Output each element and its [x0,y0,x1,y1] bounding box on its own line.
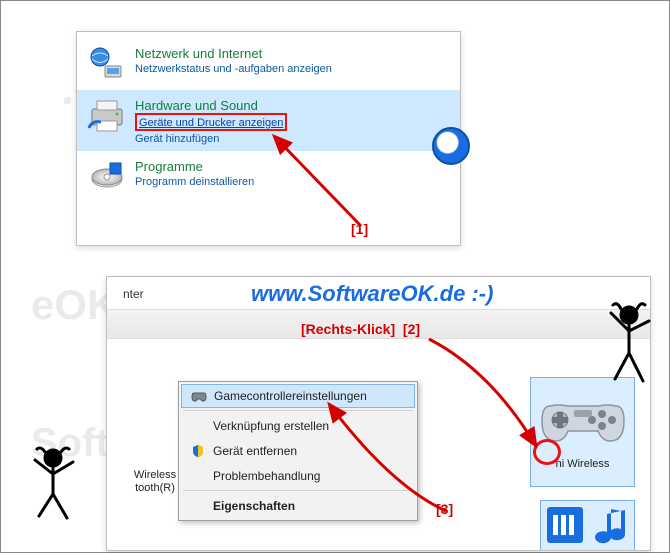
gamepad-small-icon [190,387,208,405]
device-media-partial[interactable] [540,500,635,551]
window-title-fragment: nter [123,287,144,301]
category-programs-title: Programme [135,159,254,174]
link-network-status[interactable]: Netzwerkstatus und -aufgaben anzeigen [135,63,332,75]
category-network[interactable]: Netzwerk und Internet Netzwerkstatus und… [77,38,460,90]
printer-icon [87,96,127,136]
arrow-1 [266,128,386,238]
category-network-title: Netzwerk und Internet [135,46,332,61]
clock-icon [432,127,470,165]
programs-icon [87,157,127,197]
figure-decoration [31,446,86,529]
menu-item-label: Gerät entfernen [213,444,297,458]
shield-icon [189,442,207,460]
annotation-rightclick: [Rechts-Klick] [2] [301,321,420,337]
menu-item-label: Problembehandlung [213,469,320,483]
menu-item-label: Verknüpfung erstellen [213,419,329,433]
network-icon [87,44,127,84]
link-uninstall-program[interactable]: Programm deinstallieren [135,176,254,188]
watermark-url: www.SoftwareOK.de :-) [251,281,493,307]
link-devices-printers[interactable]: Geräte und Drucker anzeigen [139,117,283,129]
menu-item-label: Eigenschaften [213,499,295,513]
arrow-3 [321,396,471,526]
figure-decoration [601,301,656,394]
link-add-device[interactable]: Gerät hinzufügen [135,133,287,145]
category-hardware-title: Hardware und Sound [135,98,287,113]
